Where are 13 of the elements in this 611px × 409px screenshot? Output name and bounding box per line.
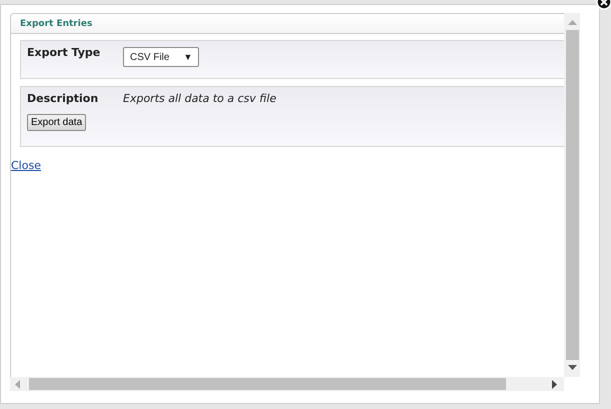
dialog-title: Export Entries: [20, 18, 92, 28]
description-text: Exports all data to a csv file: [123, 92, 276, 105]
scroll-down-icon[interactable]: [568, 365, 576, 371]
close-link[interactable]: Close: [11, 159, 41, 172]
horizontal-scrollbar[interactable]: [10, 377, 564, 391]
vertical-scrollbar[interactable]: [564, 13, 580, 377]
field-label: Description: [27, 92, 100, 105]
field-label: Export Type: [27, 46, 102, 59]
export-button[interactable]: Export data: [27, 114, 86, 131]
scroll-right-icon[interactable]: [552, 380, 558, 388]
scroll-up-icon[interactable]: [568, 20, 576, 26]
scroll-left-icon[interactable]: [15, 380, 21, 388]
export-type-dropdown[interactable]: CSV File ▼: [123, 47, 200, 67]
